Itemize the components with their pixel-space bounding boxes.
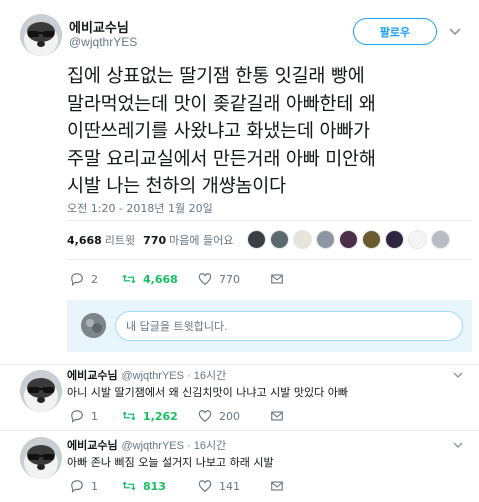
retweet-icon xyxy=(122,481,136,491)
tweet-stats: 4,668 리트윗 770 마음에 들어요 xyxy=(67,232,233,248)
divider xyxy=(0,364,479,365)
my-avatar xyxy=(81,313,106,338)
reply-button[interactable]: 1 xyxy=(70,409,122,423)
author-avatar[interactable] xyxy=(20,14,62,56)
reply-author-name[interactable]: 에비교수님 xyxy=(67,439,118,452)
reply-author-avatar[interactable] xyxy=(20,370,62,412)
like-button[interactable]: 770 xyxy=(186,272,252,286)
reply-button[interactable]: 1 xyxy=(70,479,122,493)
retweets-count: 4,668 xyxy=(67,234,102,247)
reply-button[interactable]: 2 xyxy=(70,272,122,286)
chevron-down-icon[interactable] xyxy=(452,439,464,451)
divider xyxy=(67,259,472,260)
likes-label: 마음에 들어요 xyxy=(169,234,234,247)
reply-icon xyxy=(71,410,83,423)
reply-count: 2 xyxy=(91,272,98,286)
divider xyxy=(0,430,479,431)
direct-message-button[interactable] xyxy=(270,479,291,493)
reply-input[interactable]: 내 답글을 트윗합니다. xyxy=(115,311,463,341)
like-count: 770 xyxy=(219,272,240,286)
retweets-label: 리트윗 xyxy=(104,234,136,247)
reply-text: 아니 시발 딸기잼에서 왜 신김치맛이 나냐고 시발 맛있다 아빠 xyxy=(67,386,348,399)
liker-avatar[interactable] xyxy=(431,230,450,249)
retweet-button[interactable]: 1,262 xyxy=(122,409,186,423)
chevron-down-icon[interactable] xyxy=(448,24,462,38)
like-count: 141 xyxy=(219,479,240,493)
tweet-timestamp[interactable]: 오전 1:20 - 2018년 1월 20일 xyxy=(67,200,213,216)
mail-icon xyxy=(271,481,283,491)
retweet-count: 1,262 xyxy=(143,409,178,423)
reply-header[interactable]: 에비교수님 @wjqthrYES · 16시간 xyxy=(67,367,226,383)
reply-placeholder: 내 답글을 트윗합니다. xyxy=(126,320,228,333)
divider xyxy=(67,220,472,221)
reply-actions: 1 1,262 200 xyxy=(70,409,291,423)
reply-header[interactable]: 에비교수님 @wjqthrYES · 16시간 xyxy=(67,437,226,453)
follow-button[interactable]: 팔로우 xyxy=(353,18,437,45)
liker-avatar[interactable] xyxy=(316,230,335,249)
reply-count: 1 xyxy=(91,409,98,423)
liker-avatar[interactable] xyxy=(293,230,312,249)
heart-icon xyxy=(198,410,212,422)
liker-avatar[interactable] xyxy=(408,230,427,249)
mail-icon xyxy=(271,411,283,421)
reply-count: 1 xyxy=(91,479,98,493)
liker-avatar[interactable] xyxy=(270,230,289,249)
like-button[interactable]: 141 xyxy=(186,479,252,493)
heart-icon xyxy=(198,480,212,492)
heart-icon xyxy=(198,273,212,285)
reply-actions: 1 813 141 xyxy=(70,479,291,493)
retweet-count: 813 xyxy=(143,479,166,493)
reply-author-handle[interactable]: @wjqthrYES · 16시간 xyxy=(121,370,226,382)
author-handle[interactable]: @wjqthrYES xyxy=(69,35,137,49)
direct-message-button[interactable] xyxy=(270,272,291,286)
author-name[interactable]: 에비교수님 xyxy=(69,17,129,36)
retweet-stat[interactable]: 4,668 리트윗 xyxy=(67,232,135,248)
retweet-button[interactable]: 813 xyxy=(122,479,186,493)
reply-text: 아빠 존나 삐짐 오늘 설거지 나보고 하래 시발 xyxy=(67,456,274,469)
retweet-icon xyxy=(122,274,136,284)
liker-avatar[interactable] xyxy=(247,230,266,249)
liker-avatar[interactable] xyxy=(362,230,381,249)
like-count: 200 xyxy=(219,409,240,423)
direct-message-button[interactable] xyxy=(270,409,291,423)
retweet-button[interactable]: 4,668 xyxy=(122,272,186,286)
reply-author-avatar[interactable] xyxy=(20,437,62,479)
retweet-icon xyxy=(122,411,136,421)
liker-avatar[interactable] xyxy=(339,230,358,249)
reply-icon xyxy=(71,273,83,286)
reply-author-name[interactable]: 에비교수님 xyxy=(67,369,118,382)
mail-icon xyxy=(271,274,283,284)
like-stat[interactable]: 770 마음에 들어요 xyxy=(143,232,233,248)
tweet-text: 집에 상표없는 딸기잼 한통 잇길래 빵에 말라먹었는데 맛이 좆같길래 아빠한… xyxy=(67,66,376,197)
retweet-count: 4,668 xyxy=(143,272,178,286)
reply-author-handle[interactable]: @wjqthrYES · 16시간 xyxy=(121,440,226,452)
reply-icon xyxy=(71,480,83,493)
tweet-actions: 2 4,668 770 xyxy=(70,272,291,286)
likes-count: 770 xyxy=(143,234,167,247)
liker-avatar[interactable] xyxy=(385,230,404,249)
liker-avatars xyxy=(247,230,454,249)
chevron-down-icon[interactable] xyxy=(452,369,464,381)
like-button[interactable]: 200 xyxy=(186,409,252,423)
